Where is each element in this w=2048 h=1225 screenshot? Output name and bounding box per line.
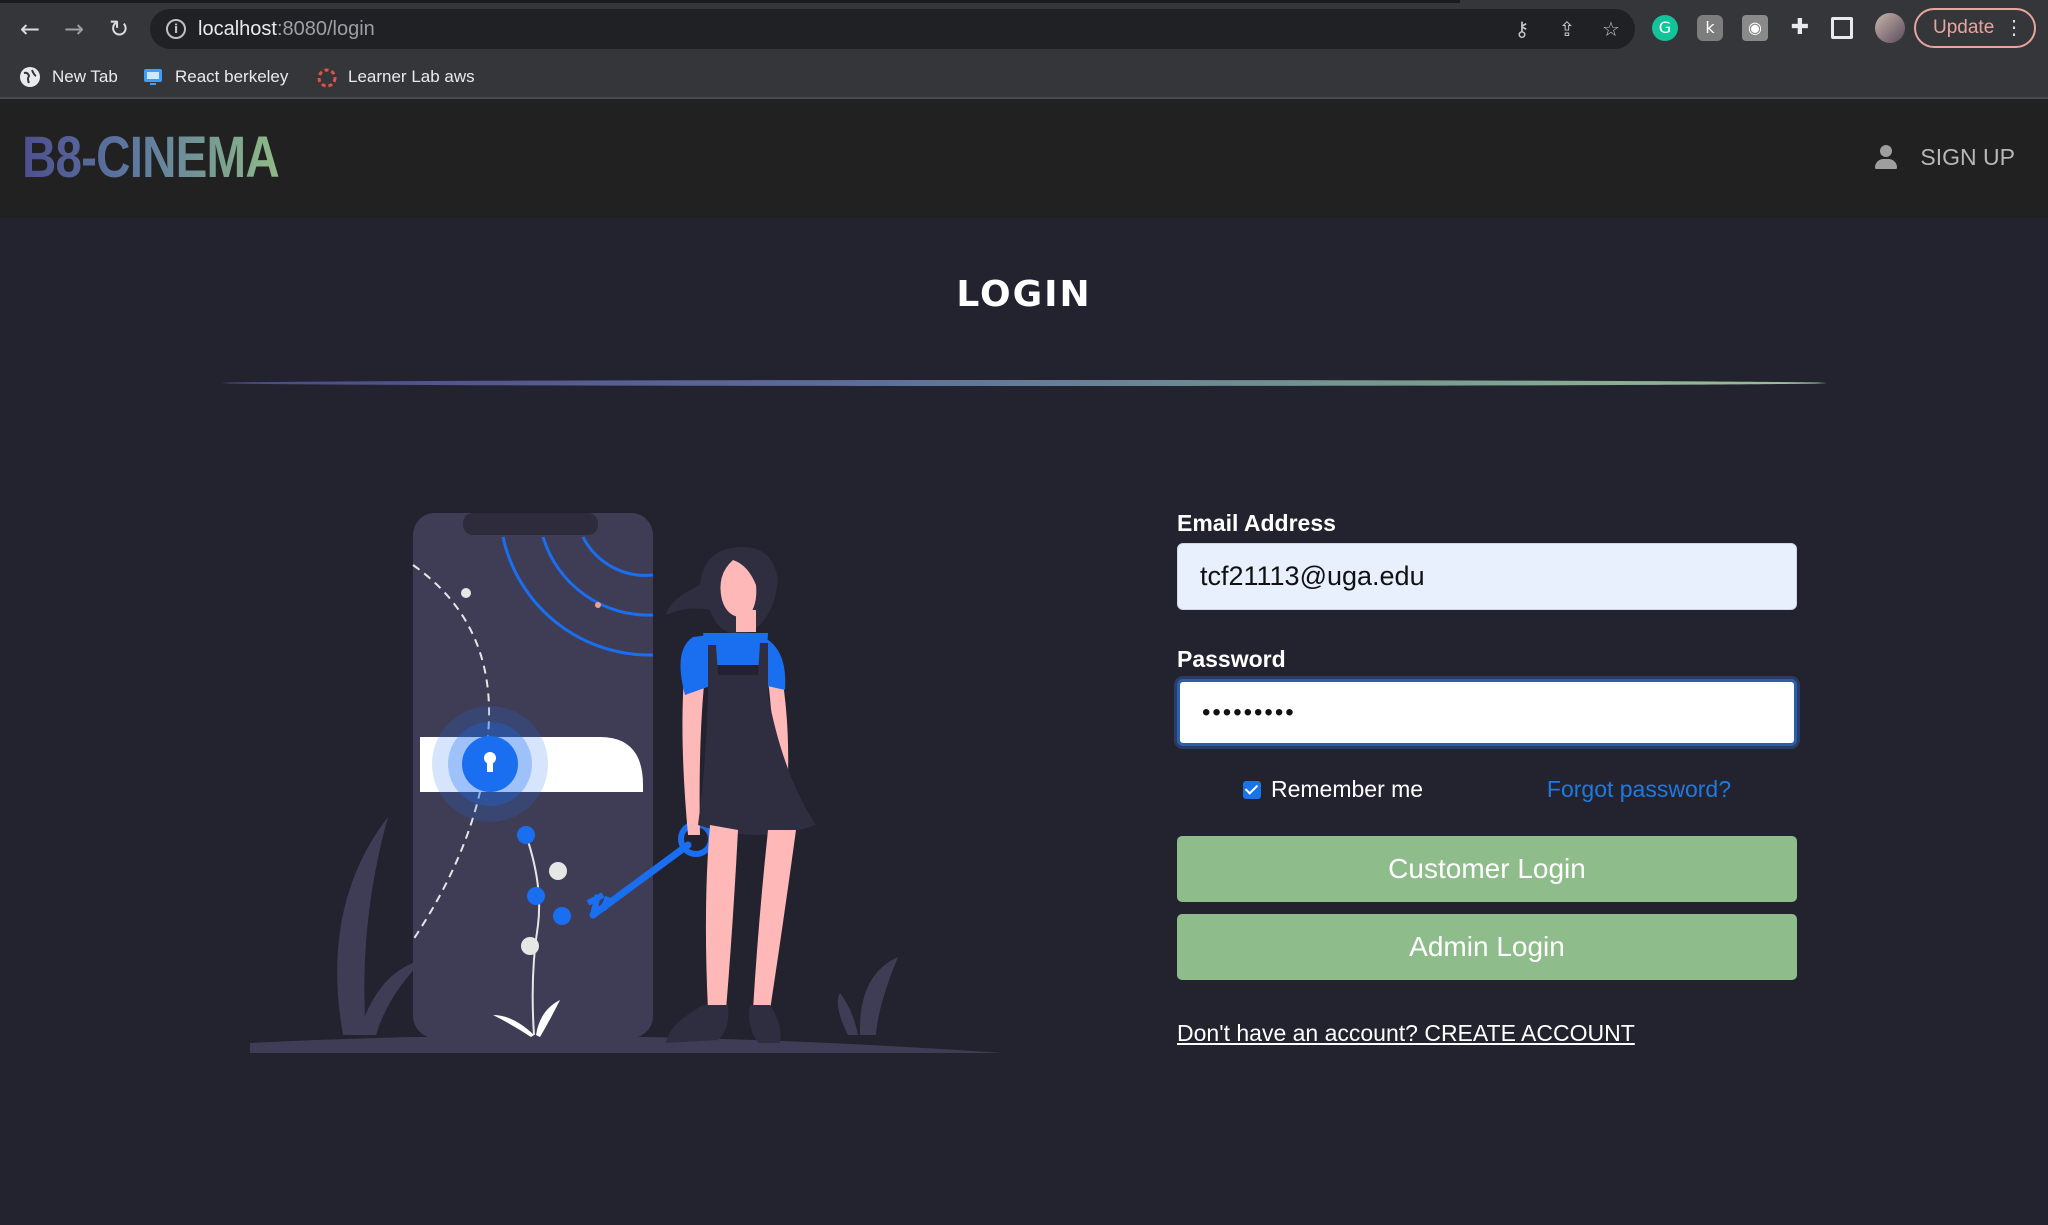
password-field[interactable] <box>1177 679 1797 746</box>
title-divider <box>222 380 1826 386</box>
aws-icon <box>316 67 337 88</box>
forward-icon[interactable]: → <box>59 14 89 44</box>
back-icon[interactable]: ← <box>15 14 45 44</box>
signup-link[interactable]: SIGN UP <box>1874 144 2015 171</box>
tab-strip-edge <box>0 0 1460 3</box>
reload-icon[interactable]: ↻ <box>104 14 134 44</box>
bookmarks-bar: New Tab React berkeley Learner Lab aws <box>0 58 2048 98</box>
kebab-menu-icon[interactable]: ⋮ <box>2004 10 2024 46</box>
remember-me-checkbox[interactable] <box>1243 780 1261 799</box>
bookmark-label: Learner Lab aws <box>348 67 475 86</box>
bookmark-star-icon[interactable]: ☆ <box>1599 17 1623 41</box>
signup-label: SIGN UP <box>1920 144 2015 170</box>
bookmark-new-tab[interactable]: New Tab <box>20 62 118 92</box>
monitor-icon <box>143 67 163 87</box>
url-host: localhost <box>198 18 277 40</box>
bookmark-learner-lab-aws[interactable]: Learner Lab aws <box>316 62 475 92</box>
key-icon[interactable]: ⚷ <box>1510 17 1534 41</box>
app-navbar: B8-CINEMA SIGN UP <box>0 99 2048 218</box>
email-field[interactable] <box>1177 543 1797 610</box>
address-bar[interactable]: i localhost:8080/login ⚷ ⇪ ☆ <box>150 9 1635 49</box>
browser-chrome: ← → ↻ i localhost:8080/login ⚷ ⇪ ☆ G k ◉… <box>0 0 2048 99</box>
profile-avatar[interactable] <box>1875 13 1905 43</box>
login-illustration <box>248 505 1008 1060</box>
admin-login-button[interactable]: Admin Login <box>1177 914 1797 980</box>
camera-extension-icon[interactable]: ◉ <box>1742 15 1768 41</box>
address-url[interactable]: localhost:8080/login <box>198 18 375 41</box>
email-label: Email Address <box>1177 510 1336 536</box>
password-label: Password <box>1177 646 1286 672</box>
customer-login-button[interactable]: Customer Login <box>1177 836 1797 902</box>
login-form: Email Address Password Remember me Forgo… <box>1177 510 1797 1047</box>
update-label: Update <box>1933 17 1995 38</box>
user-icon <box>1874 144 1898 171</box>
update-button[interactable]: Update ⋮ <box>1914 8 2036 48</box>
side-panel-icon[interactable] <box>1831 17 1853 39</box>
login-options-row: Remember me Forgot password? <box>1177 776 1797 816</box>
bookmark-react-berkeley[interactable]: React berkeley <box>143 62 288 92</box>
puzzle-icon[interactable]: ✚ <box>1787 15 1813 41</box>
url-path: :8080/login <box>276 18 375 40</box>
bookmark-label: React berkeley <box>175 67 289 86</box>
extension-icon[interactable]: k <box>1697 15 1723 41</box>
site-logo[interactable]: B8-CINEMA <box>22 124 280 191</box>
create-account-link[interactable]: Don't have an account? CREATE ACCOUNT <box>1177 1020 1797 1047</box>
remember-me-label: Remember me <box>1271 776 1424 802</box>
grammarly-extension-icon[interactable]: G <box>1652 15 1678 41</box>
forgot-password-link[interactable]: Forgot password? <box>1547 776 1731 803</box>
globe-icon <box>20 67 40 87</box>
page-title: LOGIN <box>956 274 1092 315</box>
site-info-icon[interactable]: i <box>166 19 186 39</box>
bookmark-label: New Tab <box>52 67 118 86</box>
share-icon[interactable]: ⇪ <box>1555 17 1579 41</box>
remember-me[interactable]: Remember me <box>1243 776 1423 803</box>
